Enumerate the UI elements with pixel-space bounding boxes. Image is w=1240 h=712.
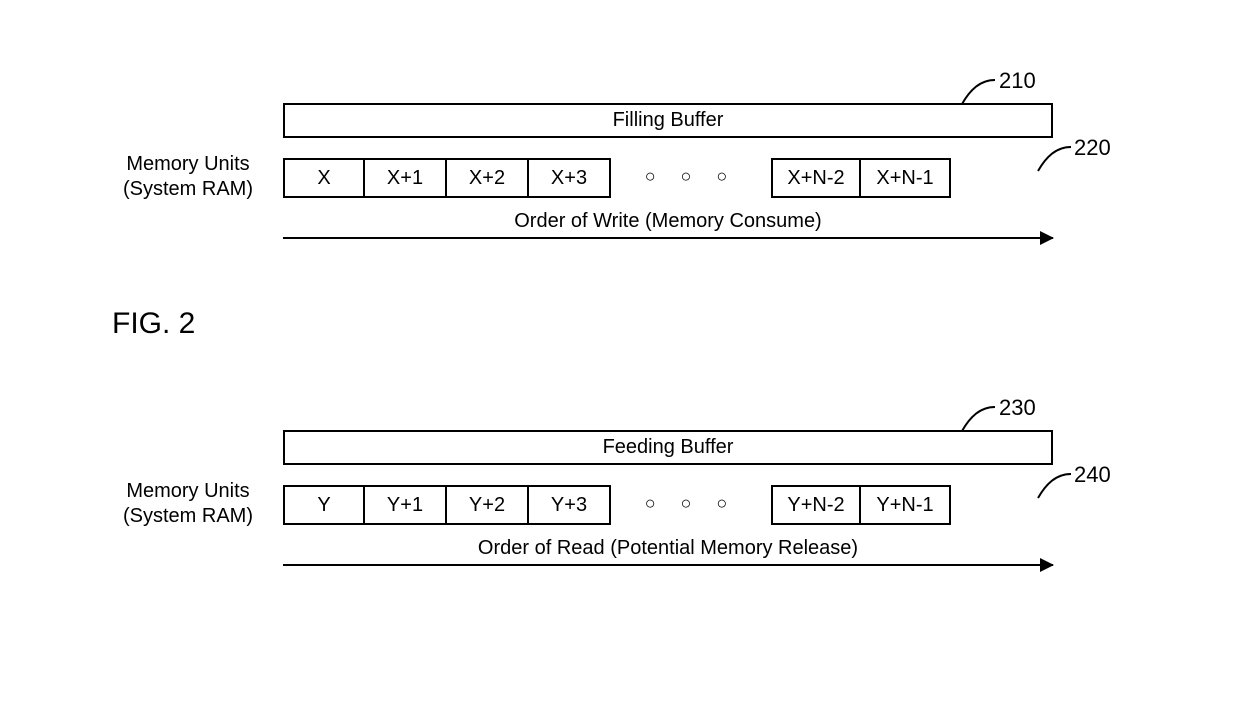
mem-cell: X+N-1: [861, 158, 951, 198]
mem-cell: X+N-2: [771, 158, 861, 198]
write-order-arrow: Order of Write (Memory Consume): [283, 210, 1053, 239]
mem-cell: X+2: [447, 158, 529, 198]
feeding-buffer-box: Feeding Buffer: [283, 430, 1053, 465]
mem-cell: X: [283, 158, 365, 198]
ref-num-230: 230: [999, 395, 1036, 421]
ellipsis: ○ ○ ○: [611, 495, 771, 516]
mem-cell: Y+N-1: [861, 485, 951, 525]
read-order-label: Order of Read (Potential Memory Release): [478, 537, 858, 560]
memory-units-label-bottom: Memory Units (System RAM): [112, 479, 264, 529]
memory-units-label-top: Memory Units (System RAM): [112, 152, 264, 202]
mem-cell: Y+3: [529, 485, 611, 525]
memory-units-line1-bottom: Memory Units: [112, 479, 264, 504]
ref-num-240: 240: [1074, 462, 1111, 488]
ref-num-220: 220: [1074, 135, 1111, 161]
mem-cell: Y+N-2: [771, 485, 861, 525]
filling-buffer-label: Filling Buffer: [613, 109, 724, 132]
mem-cell: Y+1: [365, 485, 447, 525]
ellipsis: ○ ○ ○: [611, 168, 771, 189]
figure-canvas: FIG. 2 210 Filling Buffer 220 Memory Uni…: [0, 0, 1240, 712]
memory-units-line2-top: (System RAM): [112, 177, 264, 202]
mem-cell: X+1: [365, 158, 447, 198]
memory-units-line1-top: Memory Units: [112, 152, 264, 177]
read-order-arrow: Order of Read (Potential Memory Release): [283, 537, 1053, 566]
memory-unit-row-bottom: Y Y+1 Y+2 Y+3 ○ ○ ○ Y+N-2 Y+N-1: [283, 485, 1053, 525]
mem-cell: Y+2: [447, 485, 529, 525]
figure-label: FIG. 2: [112, 307, 195, 341]
write-order-label: Order of Write (Memory Consume): [514, 210, 821, 233]
arrow-line: [283, 564, 1053, 566]
filling-buffer-box: Filling Buffer: [283, 103, 1053, 138]
mem-cell: Y: [283, 485, 365, 525]
feeding-buffer-label: Feeding Buffer: [603, 436, 734, 459]
memory-units-line2-bottom: (System RAM): [112, 504, 264, 529]
arrow-line: [283, 237, 1053, 239]
ref-num-210: 210: [999, 68, 1036, 94]
mem-cell: X+3: [529, 158, 611, 198]
memory-unit-row-top: X X+1 X+2 X+3 ○ ○ ○ X+N-2 X+N-1: [283, 158, 1053, 198]
